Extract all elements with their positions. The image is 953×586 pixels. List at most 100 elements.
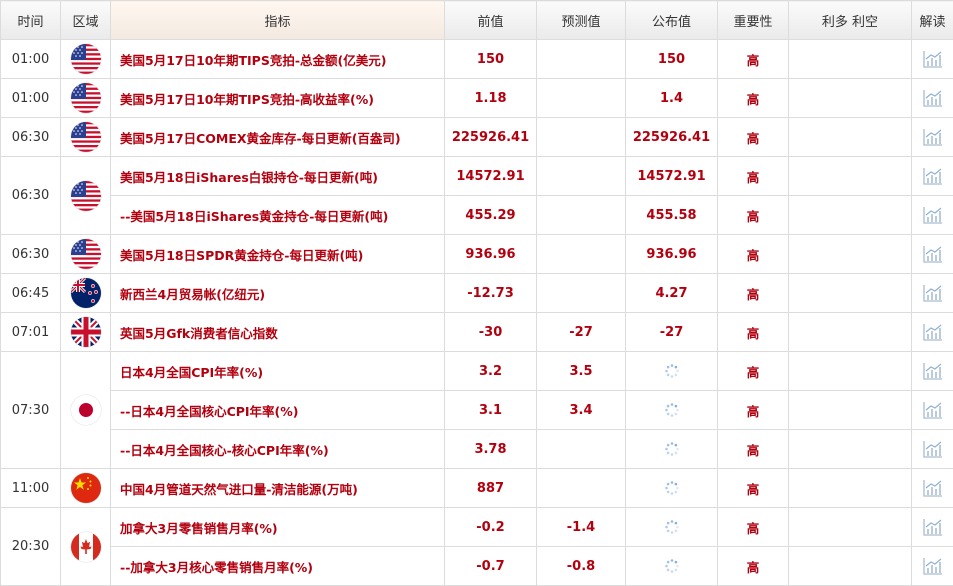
importance-value: 高 [718, 469, 789, 508]
chart-icon[interactable] [923, 130, 943, 145]
us-flag-icon [71, 83, 101, 113]
header-region[interactable]: 区域 [61, 1, 111, 40]
indicator-name[interactable]: 中国4月管道天然气进口量-清洁能源(万吨) [111, 469, 445, 508]
loading-spinner-icon [664, 520, 680, 535]
economic-calendar-table: 时间 区域 指标 前值 预测值 公布值 重要性 利多 利空 解读 01:00 美国… [0, 0, 953, 586]
importance-value: 高 [718, 118, 789, 157]
event-region [61, 313, 111, 352]
chart-icon[interactable] [923, 481, 943, 496]
analysis-cell[interactable] [912, 196, 953, 235]
indicator-name[interactable]: 美国5月18日iShares白银持仓-每日更新(吨) [111, 157, 445, 196]
indicator-name[interactable]: 新西兰4月贸易帐(亿纽元) [111, 274, 445, 313]
bull-bear-cell [789, 469, 912, 508]
chart-icon[interactable] [923, 520, 943, 535]
chart-icon[interactable] [923, 286, 943, 301]
header-bull-bear[interactable]: 利多 利空 [789, 1, 912, 40]
actual-value: 14572.91 [626, 157, 718, 196]
event-time: 06:45 [1, 274, 61, 313]
analysis-cell[interactable] [912, 430, 953, 469]
loading-spinner-icon [664, 364, 680, 379]
indicator-name[interactable]: 美国5月18日SPDR黄金持仓-每日更新(吨) [111, 235, 445, 274]
chart-icon[interactable] [923, 403, 943, 418]
previous-value: 225926.41 [445, 118, 537, 157]
forecast-value: 3.5 [537, 352, 626, 391]
bull-bear-cell [789, 196, 912, 235]
us-flag-icon [71, 122, 101, 152]
event-time: 06:30 [1, 118, 61, 157]
header-indicator[interactable]: 指标 [111, 1, 445, 40]
analysis-cell[interactable] [912, 508, 953, 547]
chart-icon[interactable] [923, 91, 943, 106]
analysis-cell[interactable] [912, 352, 953, 391]
forecast-value [537, 235, 626, 274]
analysis-cell[interactable] [912, 118, 953, 157]
indicator-name[interactable]: 英国5月Gfk消费者信心指数 [111, 313, 445, 352]
chart-icon[interactable] [923, 52, 943, 67]
header-analysis[interactable]: 解读 [912, 1, 953, 40]
chart-icon[interactable] [923, 364, 943, 379]
indicator-name[interactable]: 美国5月17日COMEX黄金库存-每日更新(百盎司) [111, 118, 445, 157]
table-row: 06:30美国5月17日COMEX黄金库存-每日更新(百盎司)225926.41… [1, 118, 953, 157]
table-row: 11:00中国4月管道天然气进口量-清洁能源(万吨)887高 [1, 469, 953, 508]
chart-icon[interactable] [923, 247, 943, 262]
chart-icon[interactable] [923, 442, 943, 457]
actual-value: 225926.41 [626, 118, 718, 157]
analysis-cell[interactable] [912, 469, 953, 508]
previous-value: 150 [445, 40, 537, 79]
forecast-value: -27 [537, 313, 626, 352]
analysis-cell[interactable] [912, 157, 953, 196]
ca-flag-icon [71, 532, 101, 562]
chart-icon[interactable] [923, 208, 943, 223]
forecast-value [537, 274, 626, 313]
previous-value: 1.18 [445, 79, 537, 118]
analysis-cell[interactable] [912, 79, 953, 118]
indicator-name[interactable]: --日本4月全国核心CPI年率(%) [111, 391, 445, 430]
event-time: 01:00 [1, 40, 61, 79]
importance-value: 高 [718, 79, 789, 118]
bull-bear-cell [789, 391, 912, 430]
chart-icon[interactable] [923, 325, 943, 340]
header-actual[interactable]: 公布值 [626, 1, 718, 40]
importance-value: 高 [718, 352, 789, 391]
bull-bear-cell [789, 352, 912, 391]
analysis-cell[interactable] [912, 313, 953, 352]
previous-value: -30 [445, 313, 537, 352]
chart-icon[interactable] [923, 559, 943, 574]
forecast-value: 3.4 [537, 391, 626, 430]
analysis-cell[interactable] [912, 40, 953, 79]
indicator-name[interactable]: 美国5月17日10年期TIPS竞拍-高收益率(%) [111, 79, 445, 118]
importance-value: 高 [718, 196, 789, 235]
importance-value: 高 [718, 313, 789, 352]
importance-value: 高 [718, 508, 789, 547]
bull-bear-cell [789, 118, 912, 157]
previous-value: -0.2 [445, 508, 537, 547]
analysis-cell[interactable] [912, 391, 953, 430]
table-body: 01:00美国5月17日10年期TIPS竞拍-总金额(亿美元)150150高01… [1, 40, 953, 586]
event-region [61, 235, 111, 274]
indicator-name[interactable]: 日本4月全国CPI年率(%) [111, 352, 445, 391]
indicator-name[interactable]: --日本4月全国核心-核心CPI年率(%) [111, 430, 445, 469]
analysis-cell[interactable] [912, 235, 953, 274]
bull-bear-cell [789, 313, 912, 352]
previous-value: 3.2 [445, 352, 537, 391]
table-row: 06:45新西兰4月贸易帐(亿纽元)-12.734.27高 [1, 274, 953, 313]
analysis-cell[interactable] [912, 274, 953, 313]
uk-flag-icon [71, 317, 101, 347]
us-flag-icon [71, 44, 101, 74]
previous-value: -12.73 [445, 274, 537, 313]
forecast-value [537, 196, 626, 235]
header-time[interactable]: 时间 [1, 1, 61, 40]
header-importance[interactable]: 重要性 [718, 1, 789, 40]
indicator-name[interactable]: --美国5月18日iShares黄金持仓-每日更新(吨) [111, 196, 445, 235]
event-region [61, 469, 111, 508]
forecast-value: -1.4 [537, 508, 626, 547]
indicator-name[interactable]: 美国5月17日10年期TIPS竞拍-总金额(亿美元) [111, 40, 445, 79]
actual-value: 1.4 [626, 79, 718, 118]
chart-icon[interactable] [923, 169, 943, 184]
actual-value [626, 508, 718, 547]
header-previous[interactable]: 前值 [445, 1, 537, 40]
indicator-name[interactable]: 加拿大3月零售销售月率(%) [111, 508, 445, 547]
forecast-value [537, 430, 626, 469]
header-forecast[interactable]: 预测值 [537, 1, 626, 40]
table-row: 07:30日本4月全国CPI年率(%)3.23.5高 [1, 352, 953, 391]
